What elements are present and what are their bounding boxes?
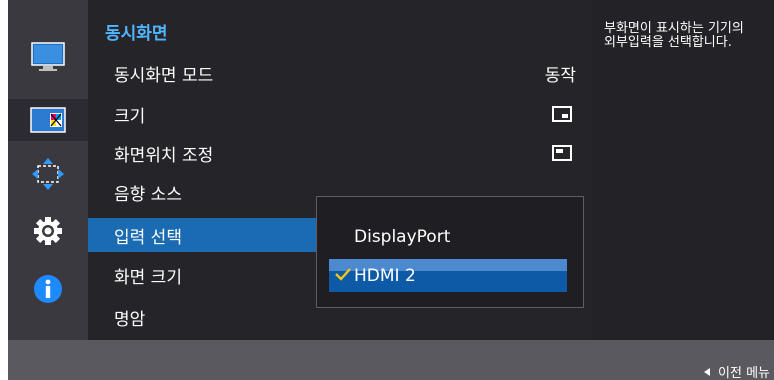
sidebar-item-system[interactable] bbox=[8, 210, 88, 252]
back-label: 이전 메뉴 bbox=[718, 366, 770, 380]
menu-item-label: 음향 소스 bbox=[114, 184, 182, 205]
input-option-label: DisplayPort bbox=[354, 226, 451, 247]
info-icon bbox=[34, 275, 62, 303]
input-select-popup: DisplayPort HDMI 2 bbox=[316, 196, 584, 308]
triangle-left-icon bbox=[704, 367, 711, 376]
menu-item-label: 화면위치 조정 bbox=[114, 145, 214, 166]
position-topleft-icon bbox=[552, 145, 572, 161]
back-button[interactable]: 이전 메뉴 bbox=[704, 362, 770, 380]
description-text: 부화면이 표시하는 기기의 외부입력을 선택합니다. bbox=[604, 21, 744, 50]
footer-bar: 이전 메뉴 bbox=[8, 340, 774, 380]
input-option-hdmi2[interactable]: HDMI 2 bbox=[329, 259, 567, 292]
gear-icon bbox=[34, 217, 62, 245]
menu-item-label: 입력 선택 bbox=[114, 227, 182, 248]
description-panel: 부화면이 표시하는 기기의 외부입력을 선택합니다. bbox=[592, 0, 774, 340]
pip-icon bbox=[30, 107, 66, 133]
sidebar-item-pip[interactable] bbox=[8, 99, 88, 141]
sidebar bbox=[8, 0, 88, 340]
menu-item-position[interactable]: 화면위치 조정 bbox=[88, 136, 592, 170]
sidebar-item-picture[interactable] bbox=[8, 36, 88, 78]
osd-window: 동시화면 동시화면 모드 동작 크기 화면위치 조정 음향 소스 입력 선택 화… bbox=[8, 0, 774, 380]
menu-item-label: 명암 bbox=[114, 309, 146, 330]
monitor-icon bbox=[31, 42, 65, 71]
input-option-displayport[interactable]: DisplayPort bbox=[329, 220, 567, 253]
menu-item-label: 크기 bbox=[114, 106, 146, 127]
menu-title: 동시화면 bbox=[105, 24, 168, 44]
menu-item-input-select[interactable]: 입력 선택 bbox=[88, 218, 328, 252]
sidebar-item-position[interactable] bbox=[8, 153, 88, 195]
menu-item-pip-mode[interactable]: 동시화면 모드 동작 bbox=[88, 56, 592, 90]
menu-item-size[interactable]: 크기 bbox=[88, 97, 592, 131]
menu-item-label: 화면 크기 bbox=[114, 267, 182, 288]
sidebar-item-info[interactable] bbox=[8, 268, 88, 310]
menu-item-label: 동시화면 모드 bbox=[114, 65, 214, 86]
input-option-label: HDMI 2 bbox=[354, 265, 416, 286]
checkmark-icon bbox=[335, 268, 351, 281]
move-arrows-icon bbox=[32, 158, 64, 190]
size-corner-icon bbox=[552, 106, 572, 122]
menu-item-value: 동작 bbox=[544, 65, 576, 86]
